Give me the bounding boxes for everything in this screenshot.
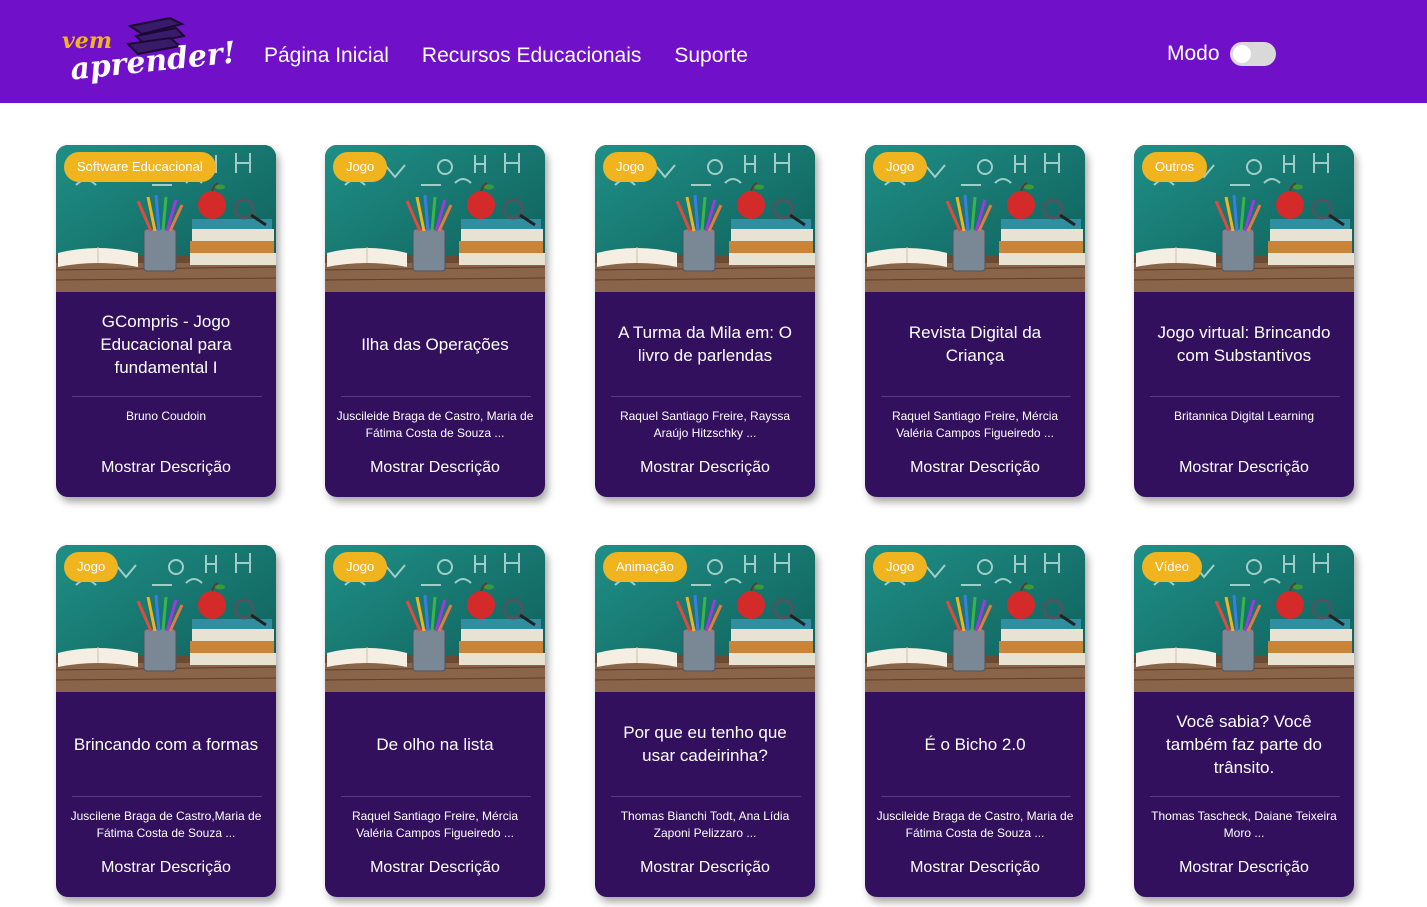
card-authors: Thomas Bianchi Todt, Ana Lídia Zaponi Pe… [620, 809, 790, 840]
card-authors: Bruno Coudoin [125, 409, 207, 423]
card-authors: Raquel Santiago Freire, Mércia Valéria C… [891, 409, 1059, 440]
vem-aprender-logo[interactable]: vem aprender! [60, 14, 238, 90]
card-authors: Juscilene Braga de Castro,Maria de Fátim… [70, 809, 262, 840]
category-badge: Software Educacional [64, 152, 216, 182]
card-divider [341, 396, 531, 397]
resource-card[interactable]: Vídeo Você sabia? Você também faz parte … [1134, 545, 1354, 897]
show-description-button[interactable]: Mostrar Descrição [56, 854, 276, 882]
show-description-button[interactable]: Mostrar Descrição [1134, 854, 1354, 882]
card-divider [881, 796, 1071, 797]
top-navbar: vem aprender! Página Inicial Recursos Ed… [0, 0, 1427, 103]
card-authors: Thomas Tascheck, Daiane Teixeira Moro ..… [1151, 809, 1337, 840]
resource-card[interactable]: Jogo De olho na lista Raquel Santiago Fr… [325, 545, 545, 897]
nav-link-suporte[interactable]: Suporte [674, 44, 748, 68]
category-badge: Outros [1142, 152, 1208, 182]
resource-card[interactable]: Jogo Revista Digital da Criança Raquel S… [865, 145, 1085, 497]
category-badge: Vídeo [1142, 552, 1202, 582]
category-badge: Jogo [873, 152, 928, 182]
mode-toggle[interactable] [1229, 42, 1276, 66]
show-description-button[interactable]: Mostrar Descrição [865, 854, 1085, 882]
resource-card[interactable]: Animação Por que eu tenho que usar cadei… [595, 545, 815, 897]
card-authors: Raquel Santiago Freire, Rayssa Araújo Hi… [619, 409, 791, 440]
category-badge: Jogo [64, 552, 119, 582]
show-description-button[interactable]: Mostrar Descrição [595, 854, 815, 882]
category-badge: Jogo [333, 152, 388, 182]
toggle-knob [1232, 45, 1251, 63]
card-divider [72, 796, 262, 797]
mode-label: Modo [1167, 42, 1220, 65]
mode-switch: Modo [1167, 42, 1276, 66]
card-divider [72, 396, 262, 397]
card-title: Você sabia? Você também faz parte do trâ… [1166, 711, 1322, 777]
nav-link-recursos-educacionais[interactable]: Recursos Educacionais [422, 44, 641, 68]
main-nav: Página Inicial Recursos Educacionais Sup… [264, 44, 748, 68]
show-description-button[interactable]: Mostrar Descrição [56, 454, 276, 482]
resource-card[interactable]: Jogo A Turma da Mila em: O livro de parl… [595, 145, 815, 497]
card-title: De olho na lista [376, 734, 494, 754]
card-divider [1150, 796, 1340, 797]
card-title: Revista Digital da Criança [908, 323, 1042, 365]
nav-link-pagina-inicial[interactable]: Página Inicial [264, 44, 389, 68]
card-title: GCompris - Jogo Educacional para fundame… [100, 311, 232, 377]
card-title: Ilha das Operações [361, 334, 509, 354]
card-title: É o Bicho 2.0 [924, 734, 1026, 754]
card-authors: Juscileide Braga de Castro, Maria de Fát… [876, 809, 1074, 840]
show-description-button[interactable]: Mostrar Descrição [865, 454, 1085, 482]
card-title: Por que eu tenho que usar cadeirinha? [623, 723, 787, 765]
category-badge: Jogo [873, 552, 928, 582]
category-badge: Jogo [333, 552, 388, 582]
resource-card[interactable]: Jogo Ilha das Operações Juscileide Braga… [325, 145, 545, 497]
category-badge: Animação [603, 552, 687, 582]
card-authors: Juscileide Braga de Castro, Maria de Fát… [336, 409, 534, 440]
card-divider [881, 396, 1071, 397]
category-badge: Jogo [603, 152, 658, 182]
card-divider [611, 796, 801, 797]
card-title: A Turma da Mila em: O livro de parlendas [618, 323, 792, 365]
resource-card[interactable]: Software Educacional GCompris - Jogo Edu… [56, 145, 276, 497]
card-divider [611, 396, 801, 397]
resource-card[interactable]: Outros Jogo virtual: Brincando com Subst… [1134, 145, 1354, 497]
show-description-button[interactable]: Mostrar Descrição [325, 854, 545, 882]
show-description-button[interactable]: Mostrar Descrição [325, 454, 545, 482]
show-description-button[interactable]: Mostrar Descrição [1134, 454, 1354, 482]
show-description-button[interactable]: Mostrar Descrição [595, 454, 815, 482]
card-authors: Britannica Digital Learning [1173, 409, 1315, 423]
card-divider [341, 796, 531, 797]
card-title: Jogo virtual: Brincando com Substantivos [1157, 323, 1331, 365]
resource-card[interactable]: Jogo Brincando com a formas Juscilene Br… [56, 545, 276, 897]
card-title: Brincando com a formas [73, 734, 259, 754]
resource-card[interactable]: Jogo É o Bicho 2.0 Juscileide Braga de C… [865, 545, 1085, 897]
card-divider [1150, 396, 1340, 397]
card-authors: Raquel Santiago Freire, Mércia Valéria C… [351, 809, 519, 840]
